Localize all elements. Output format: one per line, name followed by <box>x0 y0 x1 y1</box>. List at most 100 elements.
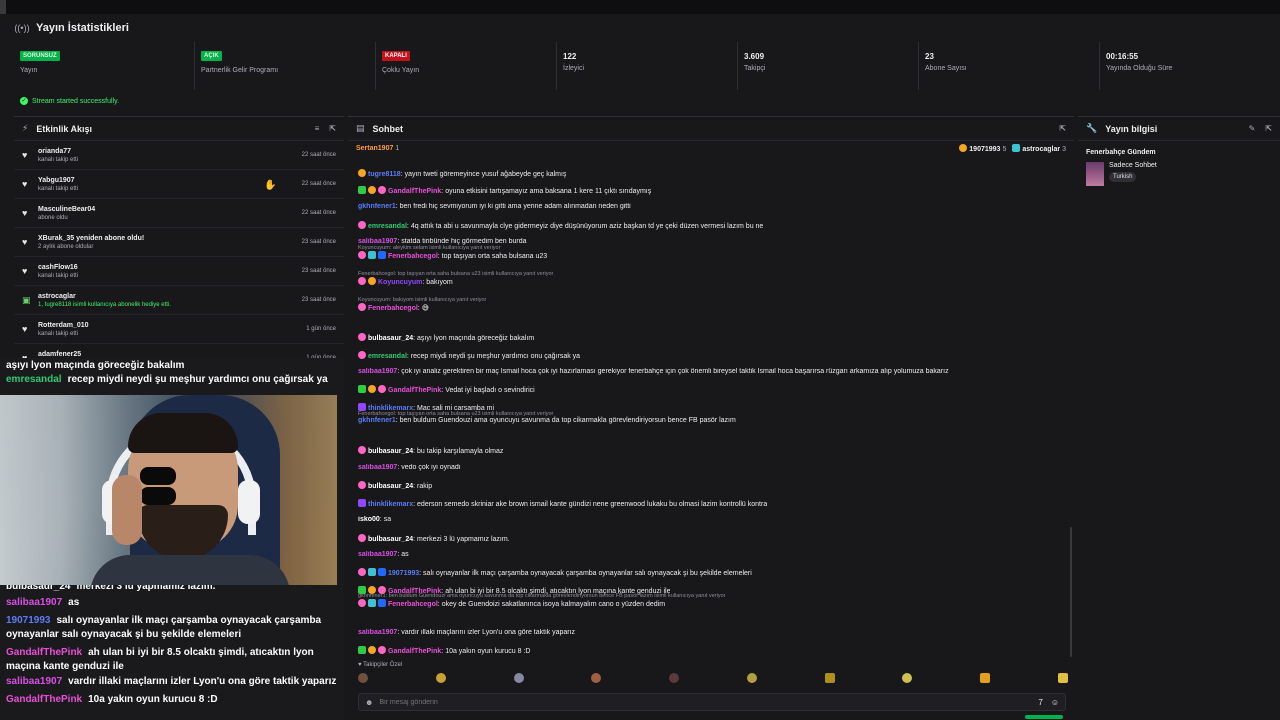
stream-title: Fenerbahçe Gündem <box>1086 149 1156 156</box>
chat-username[interactable]: Koyuncuyum <box>378 279 422 286</box>
stat-cell: 00:16:55 Yayında Olduğu Süre <box>1100 42 1280 90</box>
smile-icon[interactable]: ☻ <box>365 698 373 707</box>
overlay-chat-line: 19071993 salı oynayanlar ilk maçı çarşamb… <box>6 614 342 642</box>
activity-item[interactable]: ♥ Yabgu1907 kanalı takip etti 22 saat önce <box>14 170 344 199</box>
chat-username[interactable]: salibaa1907 <box>358 238 397 245</box>
chat-username[interactable]: salibaa1907 <box>358 368 397 375</box>
emote-icon[interactable] <box>746 673 757 683</box>
emote-icon[interactable] <box>591 673 602 683</box>
activity-item[interactable]: ♥ orianda77 kanalı takip etti 22 saat önce <box>14 141 344 170</box>
lightning-icon: ⚡ <box>22 123 29 133</box>
chat-message: isko00: sa <box>358 516 392 523</box>
language-tag[interactable]: Turkish <box>1109 172 1137 182</box>
chat-username[interactable]: bulbasaur_24 <box>368 536 413 543</box>
filter-icon[interactable]: ≡ <box>315 124 320 133</box>
activity-text: XBurak_35 yeniden abone oldu! 2 aylık abo… <box>38 235 302 250</box>
supporter-count: 3 <box>1062 145 1066 153</box>
popout-icon[interactable]: ⇱ <box>1265 124 1272 133</box>
window-tab[interactable] <box>0 0 6 14</box>
chat-username[interactable]: bulbasaur_24 <box>368 335 413 342</box>
send-button[interactable] <box>1025 715 1063 719</box>
chat-scrollbar[interactable] <box>1070 527 1072 657</box>
chat-text: rakip <box>417 483 433 490</box>
blue-badge-icon <box>378 251 386 259</box>
chat-message: salibaa1907: çok iyi analiz gerektiren b… <box>358 368 949 375</box>
activity-header: ⚡ Etkinlik Akışı ≡ ⇱ <box>14 117 344 141</box>
activity-item[interactable]: ▣ astrocaglar 1, tugre8118 isimli kullanıc… <box>14 286 344 315</box>
chat-username[interactable]: GandalfThePink <box>388 188 441 195</box>
reply-context: Koyuncuyum: bakıyom isimli kullanıcıya y… <box>358 297 487 303</box>
chat-username[interactable]: bulbasaur_24 <box>368 483 413 490</box>
emote-icon[interactable] <box>902 673 913 683</box>
emote-icon[interactable] <box>669 673 680 683</box>
seven-tv-icon[interactable]: 7 <box>1038 698 1042 707</box>
chat-input[interactable] <box>379 698 1039 706</box>
emote-icon[interactable] <box>513 673 524 683</box>
chat-username[interactable]: Fenerbahcegol <box>388 601 438 608</box>
chat-text: merkezi 3 lü yapmamız lazım. <box>417 536 510 543</box>
stream-info-panel: 🔧 Yayın bilgisi ✎ ⇱ Fenerbahçe Gündem Sa… <box>1078 116 1280 720</box>
crown-icon <box>959 143 968 152</box>
emote-icon[interactable] <box>435 673 446 683</box>
chat-username[interactable]: emresandal <box>368 223 407 230</box>
chat-username[interactable]: thinklikemarx <box>368 501 413 508</box>
chat-username[interactable]: salibaa1907 <box>358 551 397 558</box>
chat-text: aşıyı lyon maçında göreceğiz bakalım <box>417 335 535 342</box>
chat-username[interactable]: bulbasaur_24 <box>368 448 413 455</box>
gold-badge-icon <box>368 277 376 285</box>
top-supporter[interactable]: 19071993 5 <box>959 143 1006 153</box>
top-bar <box>0 0 1280 14</box>
chat-text: recep miydi neydi şu meşhur yardımcı onu… <box>410 353 581 360</box>
activity-item[interactable]: ♥ XBurak_35 yeniden abone oldu! 2 aylık ab… <box>14 228 344 257</box>
activity-desc: kanalı takip etti <box>38 272 79 279</box>
chat-username[interactable]: salibaa1907 <box>358 464 397 471</box>
chat-username[interactable]: tugre8118 <box>368 171 401 178</box>
stat-label: İzleyici <box>563 65 585 72</box>
chat-message: salibaa1907: statda tiribünde hiç görmed… <box>358 238 527 245</box>
emote-icon[interactable] <box>980 673 991 683</box>
chat-username[interactable]: Fenerbahcegol <box>388 253 438 260</box>
badge-icon <box>1012 143 1021 152</box>
activity-text: Yabgu1907 kanalı takip etti <box>38 177 302 192</box>
chat-username[interactable]: gkhnfener1 <box>358 203 396 210</box>
activity-item[interactable]: ♥ cashFlow16 kanalı takip etti 23 saat önce <box>14 257 344 286</box>
chat-username[interactable]: Fenerbahcegol <box>368 305 418 312</box>
stats-row: SORUNSUZ Yayın AÇIK Partnerlik Gelir Progra… <box>14 42 1280 90</box>
chat-text: 10a yakın oyun kurucu 8 :D <box>445 648 531 655</box>
chat-username[interactable]: GandalfThePink <box>388 648 441 655</box>
popout-icon[interactable]: ⇱ <box>1059 124 1066 133</box>
edit-icon[interactable]: ✎ <box>1249 124 1256 133</box>
blue-badge-icon <box>378 599 386 607</box>
supporter-name: 19071993 <box>969 145 1001 153</box>
reply-context: Koyuncuyum: aleykim selam isimli kullanı… <box>358 245 501 251</box>
chat-message: Koyuncuyum: aleykim selam isimli kullanı… <box>358 245 548 260</box>
chat-username[interactable]: isko00 <box>358 516 380 523</box>
chat-username[interactable]: salibaa1907 <box>358 629 397 636</box>
chat-text: ben buldum Guendouzi ama oyuncuyu savunm… <box>399 417 736 424</box>
chat-text: vardır illaki maçlarını izler Lyon'u ona… <box>401 629 576 636</box>
pinned-user[interactable]: Sertan1907 1 <box>356 145 399 152</box>
activity-item[interactable]: ♥ Rotterdam_010 kanalı takip etti 1 gün önc… <box>14 315 344 344</box>
popout-icon[interactable]: ⇱ <box>329 124 336 133</box>
overlay-chat-line: salibaa1907 vardır illaki maçlarını izler… <box>6 676 336 687</box>
chat-bubble-icon: ▤ <box>356 123 365 133</box>
chat-username[interactable]: 19071993 <box>388 570 419 577</box>
overlay-chat-line: GandalfThePink 10a yakın oyun kurucu 8 :D <box>6 694 218 705</box>
chat-username[interactable]: GandalfThePink <box>388 387 441 394</box>
chat-username[interactable]: emresandal <box>368 353 407 360</box>
stat-cell: 23 Abone Sayısı <box>919 42 1100 90</box>
chat-username[interactable]: gkhnfener1 <box>358 417 396 424</box>
chat-text: salı oynayanlar ilk maçı çarşamba oynaya… <box>423 570 752 577</box>
activity-item[interactable]: ♥ MasculineBear04 abone oldu 22 saat önce <box>14 199 344 228</box>
chat-message: bulbasaur_24: aşıyı lyon maçında göreceğ… <box>358 333 534 342</box>
emoji-icon[interactable]: ☺ <box>1051 698 1059 707</box>
chat-message: 19071993: salı oynayanlar ilk maçı çarşa… <box>358 568 752 577</box>
emote-icon[interactable] <box>1057 673 1068 683</box>
emote-icon[interactable] <box>358 673 368 683</box>
top-supporter[interactable]: astrocaglar 3 <box>1012 143 1066 153</box>
emote-icon[interactable] <box>824 673 835 683</box>
activity-user: adamfener25 <box>38 350 82 358</box>
hand-cursor-icon: ✋ <box>264 180 277 191</box>
chat-message: gkhnfener1: ben buldum Guendouzi ama oyu… <box>358 593 726 608</box>
stat-label: Yayında Olduğu Süre <box>1106 65 1173 72</box>
